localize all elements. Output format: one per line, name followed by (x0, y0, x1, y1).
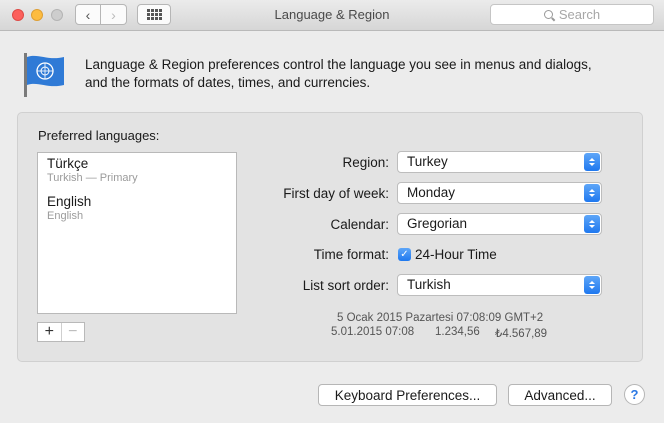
language-name: English (47, 194, 92, 209)
24-hour-time-checkbox[interactable]: ✓ (398, 248, 411, 261)
calendar-label: Calendar: (330, 217, 389, 232)
intro-line-2: and the formats of dates, times, and cur… (85, 75, 371, 90)
search-field[interactable]: Search (490, 4, 654, 25)
24-hour-time-label[interactable]: 24-Hour Time (415, 247, 497, 262)
sample-currency: ₺4.567,89 (495, 328, 548, 340)
intro-line-1: Language & Region preferences control th… (85, 57, 592, 72)
add-language-button[interactable]: + (38, 323, 62, 341)
advanced-button[interactable]: Advanced... (508, 384, 612, 406)
checkmark-icon: ✓ (400, 249, 409, 260)
language-subtitle: English (47, 210, 84, 222)
first-day-label: First day of week: (283, 186, 389, 201)
search-icon (543, 9, 554, 20)
intro-text: Language & Region preferences control th… (85, 56, 645, 92)
sample-short-date: 5.01.2015 07:08 (331, 326, 415, 338)
language-subtitle: Turkish — Primary (47, 172, 138, 184)
help-button[interactable]: ? (624, 384, 645, 405)
stepper-arrows-icon (584, 153, 600, 171)
stepper-arrows-icon (584, 276, 600, 294)
add-remove-control: + − (37, 322, 85, 342)
list-item-english[interactable]: English English (47, 194, 91, 222)
sort-order-label: List sort order: (302, 278, 389, 293)
stepper-arrows-icon (584, 184, 600, 202)
title-bar: ‹ › Language & Region Search (0, 0, 664, 31)
sort-order-value: Turkish (407, 277, 451, 292)
region-value: Turkey (407, 154, 448, 169)
list-item-turkish[interactable]: Türkçe Turkish — Primary (47, 156, 138, 184)
sort-order-select[interactable]: Turkish (397, 274, 602, 296)
search-placeholder: Search (558, 7, 601, 22)
region-label: Region: (342, 155, 389, 170)
calendar-value: Gregorian (407, 216, 468, 231)
preferred-languages-label: Preferred languages: (38, 128, 160, 143)
remove-language-button[interactable]: − (62, 323, 85, 341)
calendar-select[interactable]: Gregorian (397, 213, 602, 235)
region-select[interactable]: Turkey (397, 151, 602, 173)
preferred-languages-list[interactable]: Türkçe Turkish — Primary English English (37, 152, 237, 314)
language-name: Türkçe (47, 156, 89, 171)
keyboard-preferences-button[interactable]: Keyboard Preferences... (318, 384, 497, 406)
stepper-arrows-icon (584, 215, 600, 233)
question-mark-icon: ? (630, 387, 639, 402)
sample-long-date: 5 Ocak 2015 Pazartesi 07:08:09 GMT+2 (337, 312, 544, 324)
time-format-label: Time format: (313, 247, 389, 262)
first-day-select[interactable]: Monday (397, 182, 602, 204)
first-day-value: Monday (407, 185, 456, 200)
un-flag-icon (24, 53, 64, 97)
sample-number: 1.234,56 (435, 326, 480, 338)
